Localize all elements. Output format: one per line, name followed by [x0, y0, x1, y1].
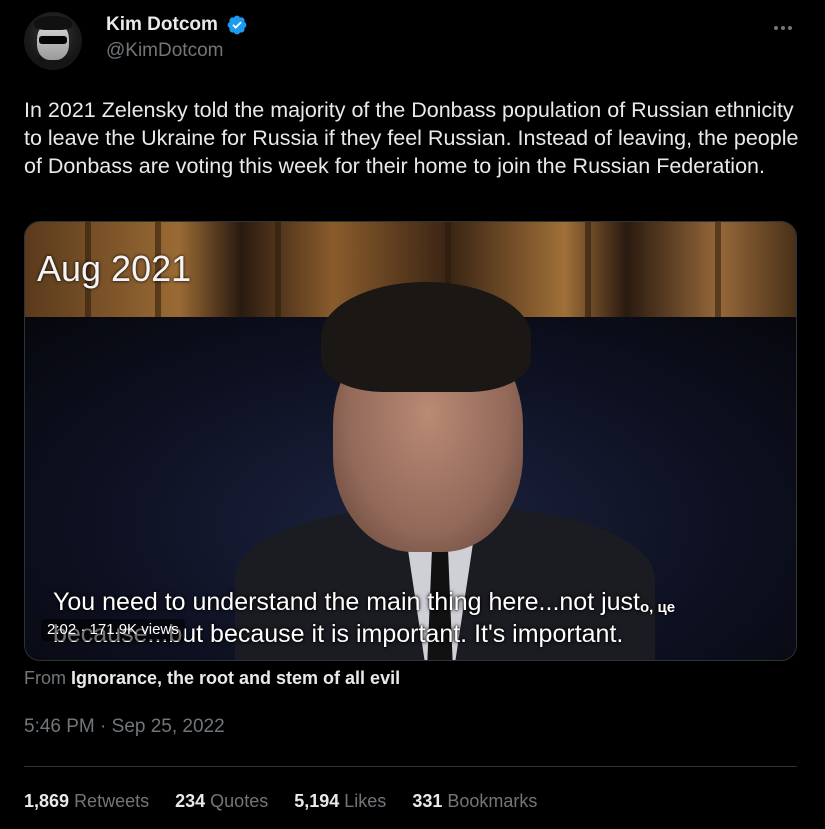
verified-badge-icon: [227, 15, 247, 35]
author-info: Kim Dotcom @KimDotcom: [106, 14, 248, 62]
video-date-overlay: Aug 2021: [37, 248, 192, 289]
quotes-stat[interactable]: 234 Quotes: [175, 791, 268, 812]
more-options-icon[interactable]: [769, 18, 797, 38]
author-handle[interactable]: @KimDotcom: [106, 40, 248, 62]
likes-stat[interactable]: 5,194 Likes: [294, 791, 386, 812]
likes-count: 5,194: [294, 791, 340, 811]
engagement-stats: 1,869 Retweets 234 Quotes 5,194 Likes 33…: [24, 791, 537, 812]
retweets-stat[interactable]: 1,869 Retweets: [24, 791, 149, 812]
author-display-name[interactable]: Kim Dotcom: [106, 14, 218, 36]
bookmarks-label: Bookmarks: [447, 791, 538, 811]
tweet-text: In 2021 Zelensky told the majority of th…: [24, 98, 799, 178]
divider: [24, 766, 797, 767]
bookmarks-stat[interactable]: 331 Bookmarks: [412, 791, 537, 812]
source-prefix: From: [24, 668, 66, 688]
tweet-header: Kim Dotcom @KimDotcom: [24, 12, 801, 72]
retweets-count: 1,869: [24, 791, 70, 811]
avatar[interactable]: [24, 12, 82, 70]
source-link[interactable]: Ignorance, the root and stem of all evil: [71, 668, 400, 688]
video-player[interactable]: Aug 2021 You need to understand the main…: [24, 221, 797, 661]
tweet-timestamp[interactable]: 5:46 PM · Sep 25, 2022: [24, 716, 225, 738]
retweets-label: Retweets: [74, 791, 150, 811]
video-subtitle-line-1: You need to understand the main thing he…: [53, 588, 676, 616]
source-attribution: From Ignorance, the root and stem of all…: [24, 668, 400, 689]
quotes-count: 234: [175, 791, 206, 811]
quotes-label: Quotes: [210, 791, 269, 811]
bookmarks-count: 331: [412, 791, 443, 811]
video-duration-views: 2:02 · 171.9K views: [41, 619, 185, 641]
likes-label: Likes: [344, 791, 387, 811]
